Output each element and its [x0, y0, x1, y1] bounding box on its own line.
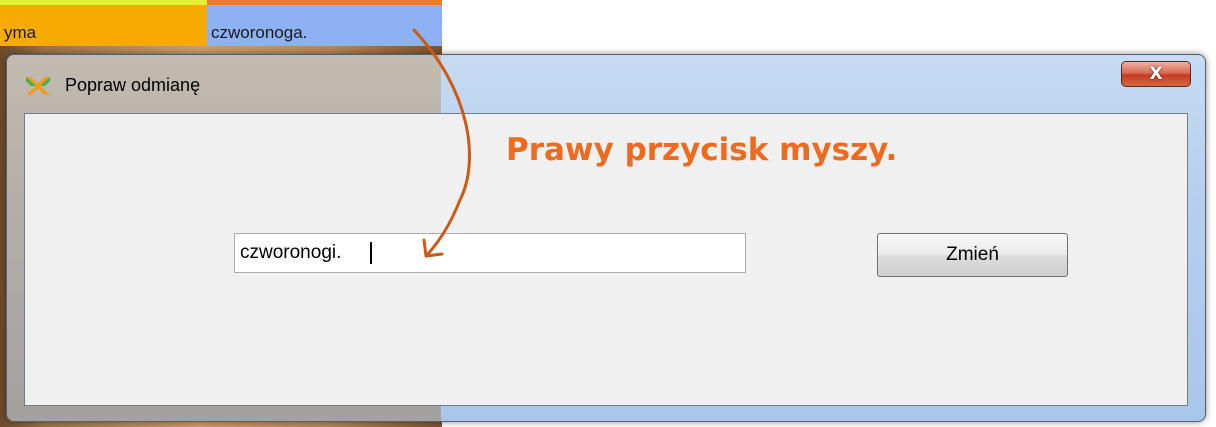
close-button[interactable]: X — [1121, 61, 1191, 87]
dialog-titlebar[interactable]: Popraw odmianę X — [7, 55, 1205, 111]
document-cell-left-text: yma — [4, 23, 37, 42]
annotation-hint-text: Prawy przycisk myszy. — [506, 132, 898, 168]
app-x-logo-icon — [26, 77, 50, 95]
change-button-label: Zmień — [946, 244, 999, 265]
document-cell-right-text: czworonoga. — [211, 23, 308, 42]
correct-inflection-dialog: Popraw odmianę X Prawy przycisk myszy. Z… — [6, 54, 1206, 422]
close-icon: X — [1149, 64, 1163, 84]
document-cell-right[interactable]: czworonoga. — [207, 0, 442, 46]
text-caret — [370, 242, 372, 264]
document-cell-left[interactable]: yma — [0, 0, 207, 46]
dialog-client-area: Prawy przycisk myszy. Zmień — [24, 113, 1188, 406]
change-button[interactable]: Zmień — [877, 233, 1068, 277]
inflection-input[interactable] — [234, 233, 746, 273]
dialog-title: Popraw odmianę — [65, 75, 201, 95]
